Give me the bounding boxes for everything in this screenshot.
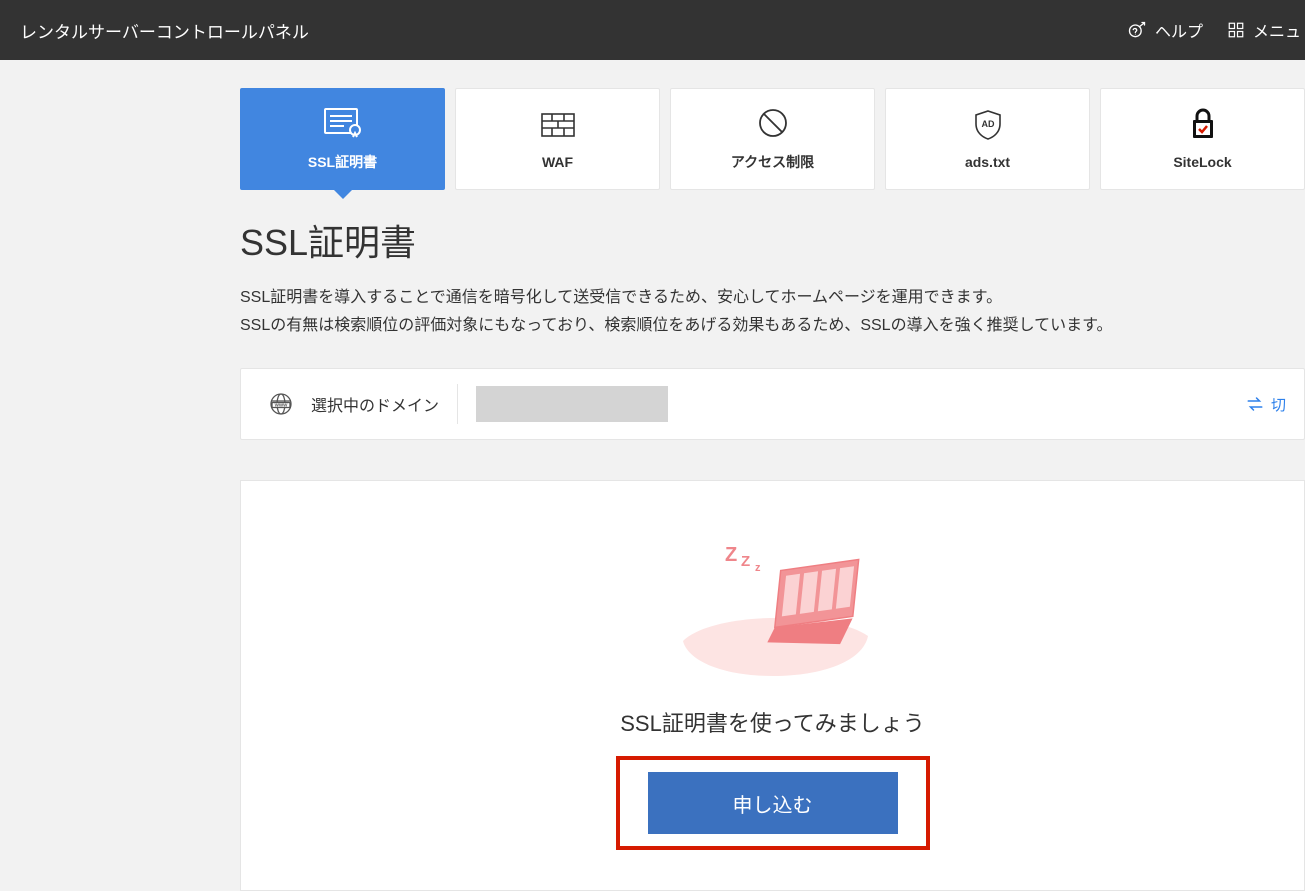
switch-domain-link[interactable]: 切 <box>1245 394 1286 415</box>
tab-label: SiteLock <box>1173 154 1231 170</box>
tab-ssl[interactable]: SSL証明書 <box>240 88 445 190</box>
help-label: ヘルプ <box>1155 18 1203 42</box>
cta-title: SSL証明書を使ってみましょう <box>620 706 924 738</box>
svg-text:WWW: WWW <box>275 403 288 408</box>
swap-icon <box>1245 395 1265 413</box>
ban-icon <box>756 106 790 140</box>
domain-bar: WWW 選択中のドメイン 切 <box>240 368 1305 440</box>
tab-sitelock[interactable]: SiteLock <box>1100 88 1305 190</box>
firewall-icon <box>538 108 578 142</box>
tabs: SSL証明書 WAF <box>240 88 1305 190</box>
separator <box>457 384 458 424</box>
menu-label: メニュ <box>1253 18 1301 42</box>
sleeping-server-illustration: Z Z z <box>663 531 883 686</box>
cta-highlight-frame: 申し込む <box>616 756 930 850</box>
apply-button[interactable]: 申し込む <box>648 772 898 834</box>
www-globe-icon: WWW <box>269 392 293 416</box>
menu-grid-icon <box>1227 21 1245 39</box>
svg-text:z: z <box>755 562 761 574</box>
tab-label: アクセス制限 <box>731 152 814 172</box>
tab-label: ads.txt <box>965 154 1010 170</box>
tab-access-restriction[interactable]: アクセス制限 <box>670 88 875 190</box>
content-panel: Z Z z SSL証明書を使ってみましょう 申し込む <box>240 480 1305 891</box>
menu-link[interactable]: メニュ <box>1227 18 1301 42</box>
app-title: レンタルサーバーコントロールパネル <box>20 18 309 43</box>
page-desc-line2: SSLの有無は検索順位の評価対象にもなっており、検索順位をあげる効果もあるため、… <box>240 312 1305 340</box>
help-icon <box>1127 20 1147 40</box>
domain-label: 選択中のドメイン <box>311 392 439 416</box>
ad-shield-icon: AD <box>972 108 1004 142</box>
domain-value-redacted <box>476 386 668 422</box>
svg-text:Z: Z <box>741 553 750 570</box>
page-desc-line1: SSL証明書を導入することで通信を暗号化して送受信できるため、安心してホームペー… <box>240 284 1305 312</box>
svg-text:Z: Z <box>725 544 737 566</box>
page-title: SSL証明書 <box>240 214 1305 266</box>
switch-domain-label: 切 <box>1271 394 1286 415</box>
tab-waf[interactable]: WAF <box>455 88 660 190</box>
page-description: SSL証明書を導入することで通信を暗号化して送受信できるため、安心してホームペー… <box>240 284 1305 340</box>
svg-text:AD: AD <box>981 119 994 129</box>
help-link[interactable]: ヘルプ <box>1127 18 1203 42</box>
sitelock-icon <box>1188 108 1218 142</box>
tab-label: SSL証明書 <box>308 152 377 172</box>
tab-ads-txt[interactable]: AD ads.txt <box>885 88 1090 190</box>
tab-label: WAF <box>542 154 573 170</box>
certificate-icon <box>322 106 364 140</box>
header: レンタルサーバーコントロールパネル ヘルプ <box>0 0 1305 60</box>
